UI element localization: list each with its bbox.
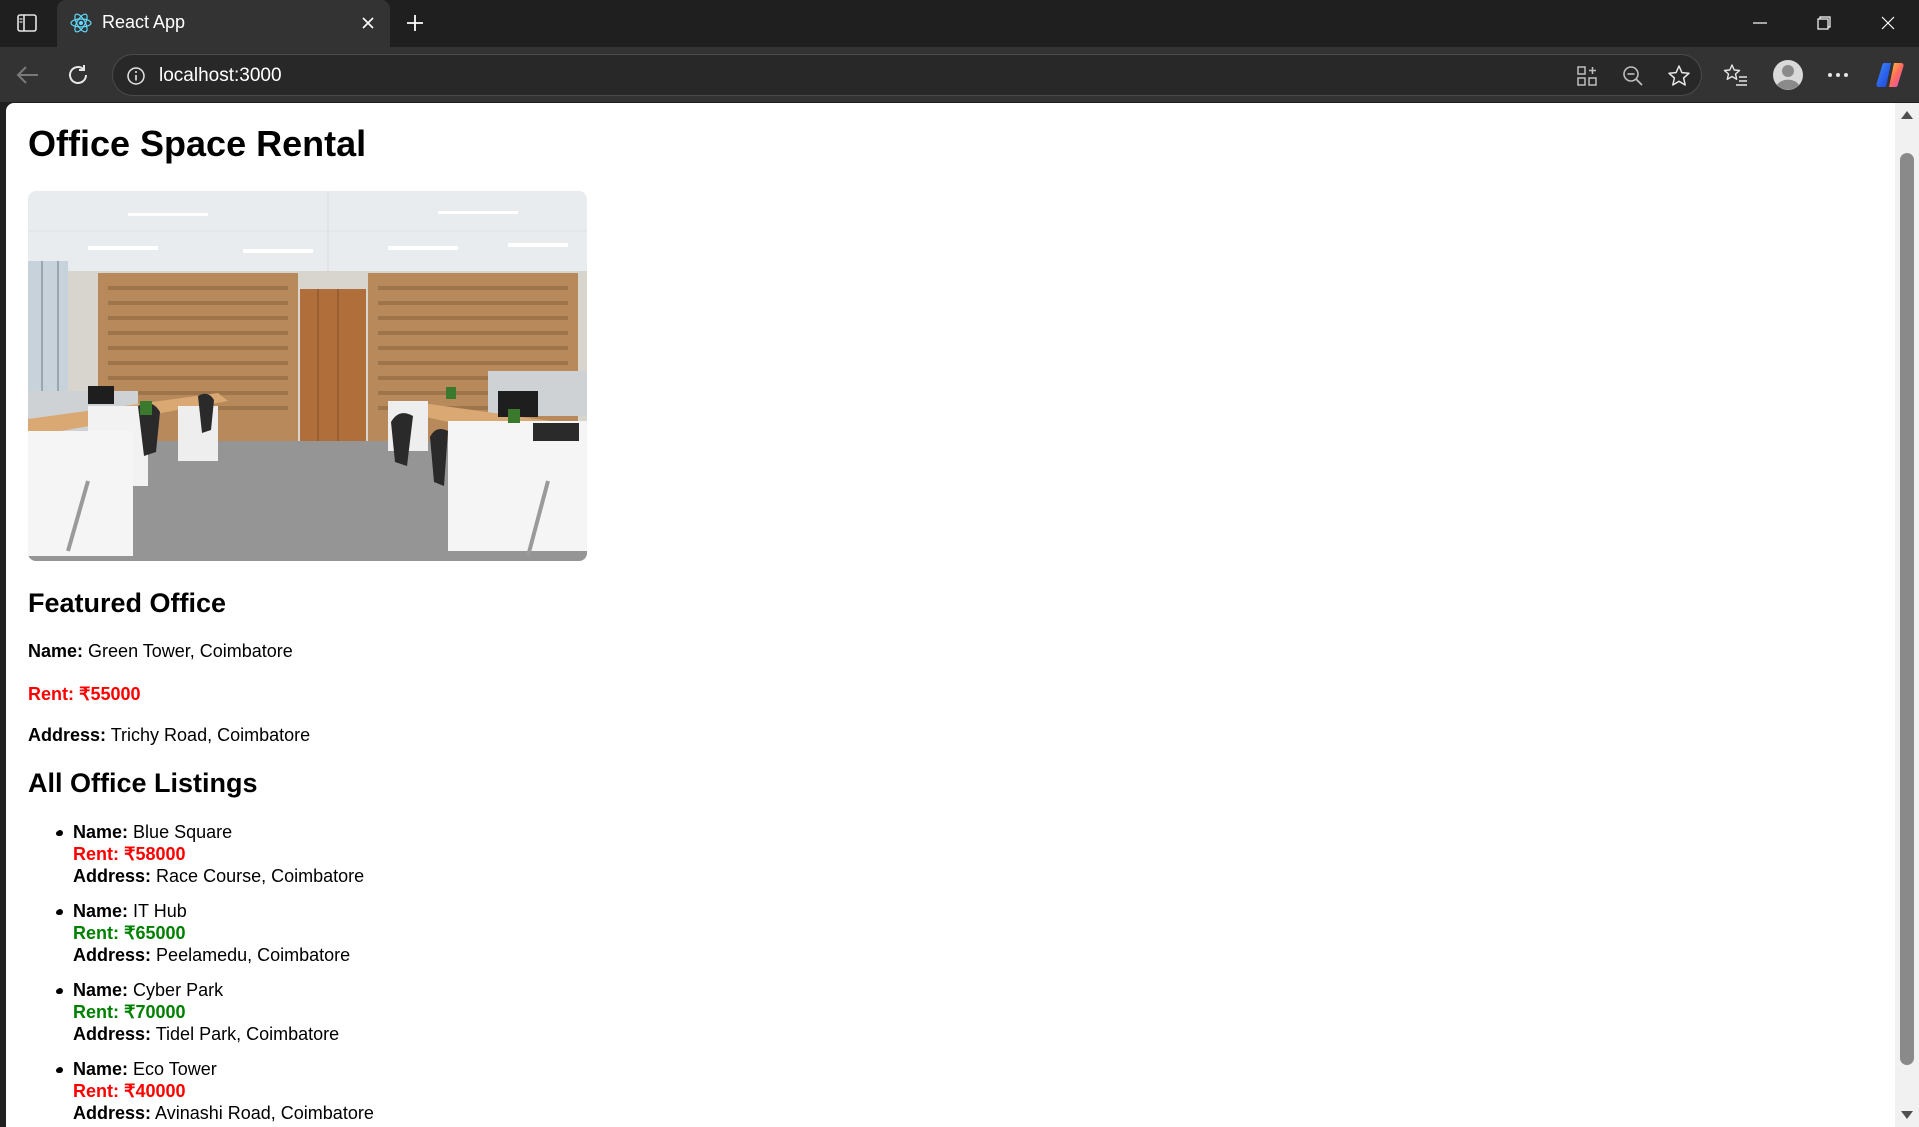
listing-address: Peelamedu, Coimbatore xyxy=(156,945,351,965)
back-arrow-icon[interactable] xyxy=(11,59,45,91)
url-text[interactable]: localhost:3000 xyxy=(159,65,282,87)
listing-name: Cyber Park xyxy=(133,980,224,1000)
tab-bar: React App xyxy=(0,0,1919,47)
featured-name: Name: Green Tower, Coimbatore xyxy=(28,641,293,662)
reload-icon[interactable] xyxy=(61,59,95,91)
listing-rent: Rent: ₹65000 xyxy=(73,922,350,944)
profile-avatar-icon[interactable] xyxy=(1770,57,1806,93)
bullet-icon xyxy=(57,988,63,994)
listing-name: IT Hub xyxy=(133,901,187,921)
rent-label: Rent: xyxy=(73,1002,119,1022)
vertical-scrollbar[interactable] xyxy=(1895,103,1919,1127)
listing-rent-value: ₹65000 xyxy=(124,923,186,943)
minimize-icon[interactable] xyxy=(1738,8,1782,38)
rent-label: Rent: xyxy=(73,1081,119,1101)
copilot-icon[interactable] xyxy=(1873,59,1907,91)
zoom-out-icon[interactable] xyxy=(1619,62,1647,90)
listing-rent-value: ₹40000 xyxy=(124,1081,186,1101)
rent-label: Rent: xyxy=(73,844,119,864)
address-label: Address: xyxy=(73,1103,152,1123)
favorite-star-icon[interactable] xyxy=(1665,62,1693,90)
address-label: Address: xyxy=(28,725,107,745)
list-item: Name: Eco Tower Rent: ₹40000 Address: Av… xyxy=(57,1058,374,1124)
address-label: Address: xyxy=(73,1024,152,1044)
scroll-down-arrow-icon[interactable] xyxy=(1901,1111,1913,1119)
featured-rent-value: ₹55000 xyxy=(79,684,141,704)
address-bar[interactable]: localhost:3000 xyxy=(112,54,1702,96)
listing-address: Avinashi Road, Coimbatore xyxy=(155,1103,374,1123)
react-logo-icon xyxy=(69,11,93,35)
featured-rent: Rent: ₹55000 xyxy=(28,684,141,705)
featured-office-heading: Featured Office xyxy=(28,588,227,618)
site-info-icon[interactable] xyxy=(125,65,147,87)
app-available-icon[interactable] xyxy=(1573,62,1601,90)
listing-rent: Rent: ₹40000 xyxy=(73,1080,374,1102)
rent-label: Rent: xyxy=(28,684,74,704)
close-tab-icon[interactable] xyxy=(356,11,380,35)
browser-toolbar: localhost:3000 xyxy=(0,47,1919,102)
list-item: Name: Cyber Park Rent: ₹70000 Address: T… xyxy=(57,979,340,1045)
page-title: Office Space Rental xyxy=(28,123,367,164)
sidebar-toggle-icon[interactable] xyxy=(14,11,40,35)
close-window-icon[interactable] xyxy=(1866,8,1910,38)
rent-label: Rent: xyxy=(73,923,119,943)
bullet-icon xyxy=(57,909,63,915)
list-item: Name: Blue Square Rent: ₹58000 Address: … xyxy=(57,821,365,887)
listing-rent: Rent: ₹70000 xyxy=(73,1001,339,1023)
bullet-icon xyxy=(57,1067,63,1073)
page-viewport: Office Space Rental Featured Office Name… xyxy=(6,103,1895,1127)
favorites-list-icon[interactable] xyxy=(1719,59,1753,91)
list-item: Name: IT Hub Rent: ₹65000 Address: Peela… xyxy=(57,900,351,966)
name-label: Name: xyxy=(73,901,129,921)
featured-address-value: Trichy Road, Coimbatore xyxy=(110,725,311,745)
address-label: Address: xyxy=(73,945,152,965)
new-tab-button[interactable] xyxy=(400,9,430,37)
listing-rent: Rent: ₹58000 xyxy=(73,843,364,865)
scroll-up-arrow-icon[interactable] xyxy=(1901,111,1913,119)
listing-address: Tidel Park, Coimbatore xyxy=(155,1024,340,1044)
featured-name-value: Green Tower, Coimbatore xyxy=(88,641,293,661)
listing-name: Blue Square xyxy=(133,822,233,842)
name-label: Name: xyxy=(73,980,129,1000)
tab-title: React App xyxy=(102,12,186,32)
listing-rent-value: ₹70000 xyxy=(124,1002,186,1022)
name-label: Name: xyxy=(73,822,129,842)
listing-address: Race Course, Coimbatore xyxy=(156,866,365,886)
name-label: Name: xyxy=(73,1059,129,1079)
office-space-image xyxy=(28,191,587,561)
featured-address: Address: Trichy Road, Coimbatore xyxy=(28,725,310,746)
all-office-listings-heading: All Office Listings xyxy=(28,768,258,798)
listing-name: Eco Tower xyxy=(133,1059,217,1079)
listing-rent-value: ₹58000 xyxy=(124,844,186,864)
more-menu-icon[interactable] xyxy=(1821,59,1855,91)
scrollbar-thumb[interactable] xyxy=(1900,153,1914,1065)
tab-react-app[interactable]: React App xyxy=(57,0,390,47)
restore-icon[interactable] xyxy=(1802,8,1846,38)
bullet-icon xyxy=(57,830,63,836)
address-label: Address: xyxy=(73,866,152,886)
name-label: Name: xyxy=(28,641,84,661)
